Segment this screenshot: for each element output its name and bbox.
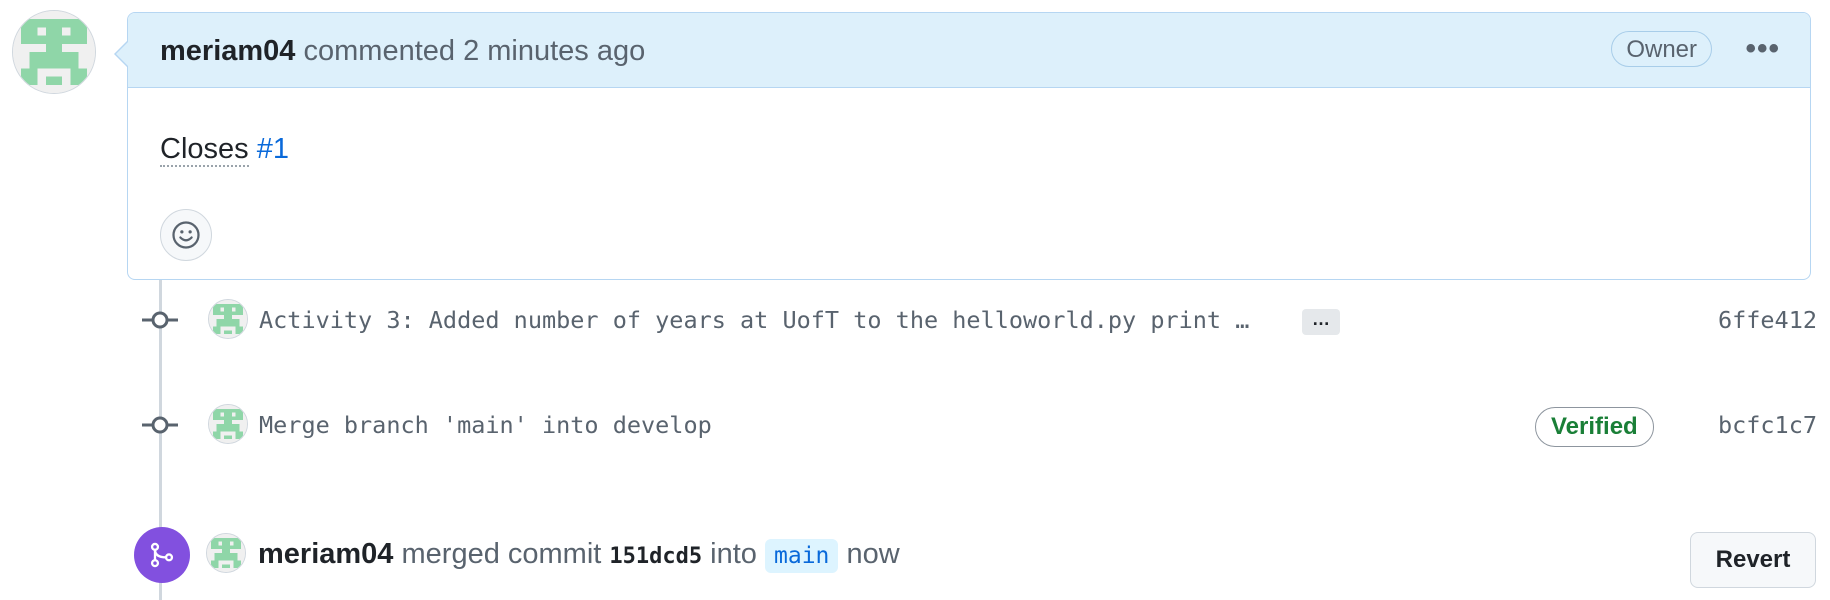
comment-box: meriam04 commented 2 minutes ago Owner •… (114, 12, 1811, 280)
comment-header: meriam04 commented 2 minutes ago Owner •… (114, 13, 1810, 88)
revert-button[interactable]: Revert (1690, 532, 1816, 588)
merged-commit-link[interactable]: 151dcd5 (609, 544, 702, 569)
git-commit-icon (142, 416, 178, 434)
commit-message[interactable]: Merge branch 'main' into develop (259, 410, 712, 440)
verified-badge[interactable]: Verified (1535, 407, 1654, 447)
commit-sha[interactable]: 6ffe412 (1718, 305, 1817, 335)
comment-body: Closes #1 (160, 132, 289, 167)
expand-commit-button[interactable]: … (1302, 309, 1340, 335)
commit-author-avatar[interactable] (208, 404, 248, 444)
commit-sha[interactable]: bcfc1c7 (1718, 410, 1817, 440)
merge-action: merged commit (401, 538, 602, 570)
merged-badge (134, 527, 190, 583)
commit-message[interactable]: Activity 3: Added number of years at Uof… (259, 305, 1249, 335)
kebab-horizontal-icon[interactable]: ••• (1745, 34, 1780, 64)
add-reaction-button[interactable] (160, 209, 212, 261)
owner-badge: Owner (1611, 31, 1712, 67)
comment-action: commented (303, 35, 456, 67)
merge-time[interactable]: now (846, 538, 899, 570)
smiley-icon (172, 221, 200, 249)
target-branch[interactable]: main (765, 539, 839, 573)
closes-keyword: Closes (160, 133, 249, 167)
into-word: into (710, 538, 757, 570)
commit-author-avatar[interactable] (208, 299, 248, 339)
issue-link[interactable]: #1 (257, 133, 289, 165)
comment-timestamp[interactable]: 2 minutes ago (463, 35, 645, 67)
comment-author[interactable]: meriam04 (160, 35, 295, 67)
author-avatar[interactable] (12, 10, 96, 94)
git-merge-icon (150, 542, 174, 568)
merge-actor[interactable]: meriam04 (258, 538, 393, 570)
comment-meta: meriam04 commented 2 minutes ago (160, 34, 645, 68)
git-commit-icon (142, 311, 178, 329)
merge-author-avatar[interactable] (206, 533, 246, 573)
merge-event-text: meriam04 merged commit 151dcd5 into main… (258, 537, 900, 574)
